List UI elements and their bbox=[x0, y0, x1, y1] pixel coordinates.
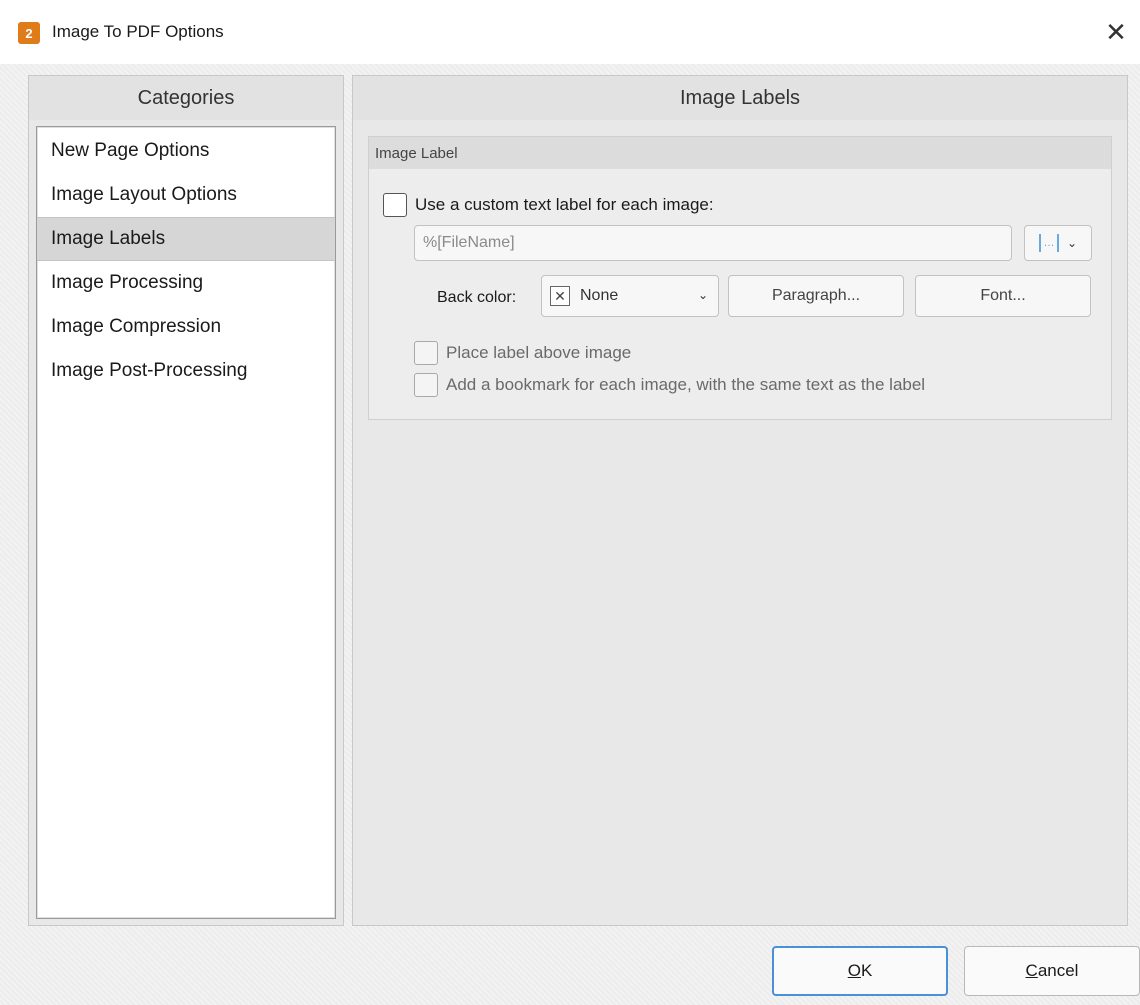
chevron-down-icon: ⌄ bbox=[1066, 236, 1078, 250]
back-color-value: None bbox=[580, 287, 619, 304]
bookmark-checkbox-label: Add a bookmark for each image, with the … bbox=[446, 375, 926, 394]
back-color-select[interactable]: ✕ None ⌄ bbox=[541, 275, 719, 317]
category-image-post-processing[interactable]: Image Post-Processing bbox=[37, 349, 335, 393]
category-image-compression[interactable]: Image Compression bbox=[37, 305, 335, 349]
window-title: Image To PDF Options bbox=[52, 22, 224, 41]
label-text-input[interactable]: %[FileName] bbox=[414, 225, 1012, 261]
chevron-down-icon: ⌄ bbox=[697, 288, 708, 302]
cancel-rest: ancel bbox=[1037, 961, 1079, 980]
dialog-window: 2 Image To PDF Options ✕ Categories New … bbox=[0, 0, 1140, 1005]
ok-rest: K bbox=[860, 961, 873, 980]
content-panel: Image Labels Image Label Use a custom te… bbox=[352, 75, 1128, 926]
image-label-group: Image Label Use a custom text label for … bbox=[368, 136, 1112, 420]
content-header: Image Labels bbox=[353, 76, 1127, 120]
close-icon: ✕ bbox=[1105, 16, 1127, 47]
ok-button[interactable]: OK bbox=[772, 946, 948, 996]
place-above-checkbox-label: Place label above image bbox=[446, 343, 632, 362]
categories-list[interactable]: New Page Options Image Layout Options Im… bbox=[36, 126, 336, 919]
bookmark-checkbox[interactable] bbox=[414, 373, 438, 397]
app-icon: 2 bbox=[18, 22, 40, 44]
category-image-layout-options[interactable]: Image Layout Options bbox=[37, 173, 335, 217]
font-button[interactable]: Font... bbox=[915, 275, 1091, 317]
category-new-page-options[interactable]: New Page Options bbox=[37, 129, 335, 173]
category-image-processing[interactable]: Image Processing bbox=[37, 261, 335, 305]
custom-label-checkbox-label: Use a custom text label for each image: bbox=[415, 195, 714, 214]
categories-header: Categories bbox=[29, 76, 343, 120]
categories-panel: Categories New Page Options Image Layout… bbox=[28, 75, 344, 926]
no-color-icon: ✕ bbox=[550, 286, 570, 306]
cancel-accel: C bbox=[1025, 961, 1038, 980]
category-image-labels[interactable]: Image Labels bbox=[37, 217, 335, 261]
group-title: Image Label bbox=[369, 137, 1111, 169]
paragraph-button[interactable]: Paragraph... bbox=[728, 275, 904, 317]
ok-accel: O bbox=[847, 961, 861, 980]
macro-insert-icon: … bbox=[1038, 234, 1059, 252]
custom-label-checkbox[interactable] bbox=[383, 193, 407, 217]
cancel-button[interactable]: Cancel bbox=[964, 946, 1140, 996]
place-above-checkbox[interactable] bbox=[414, 341, 438, 365]
close-button[interactable]: ✕ bbox=[1092, 0, 1140, 64]
insert-macro-button[interactable]: … ⌄ bbox=[1024, 225, 1092, 261]
back-color-label: Back color: bbox=[437, 289, 517, 306]
title-bar: 2 Image To PDF Options ✕ bbox=[0, 0, 1140, 64]
